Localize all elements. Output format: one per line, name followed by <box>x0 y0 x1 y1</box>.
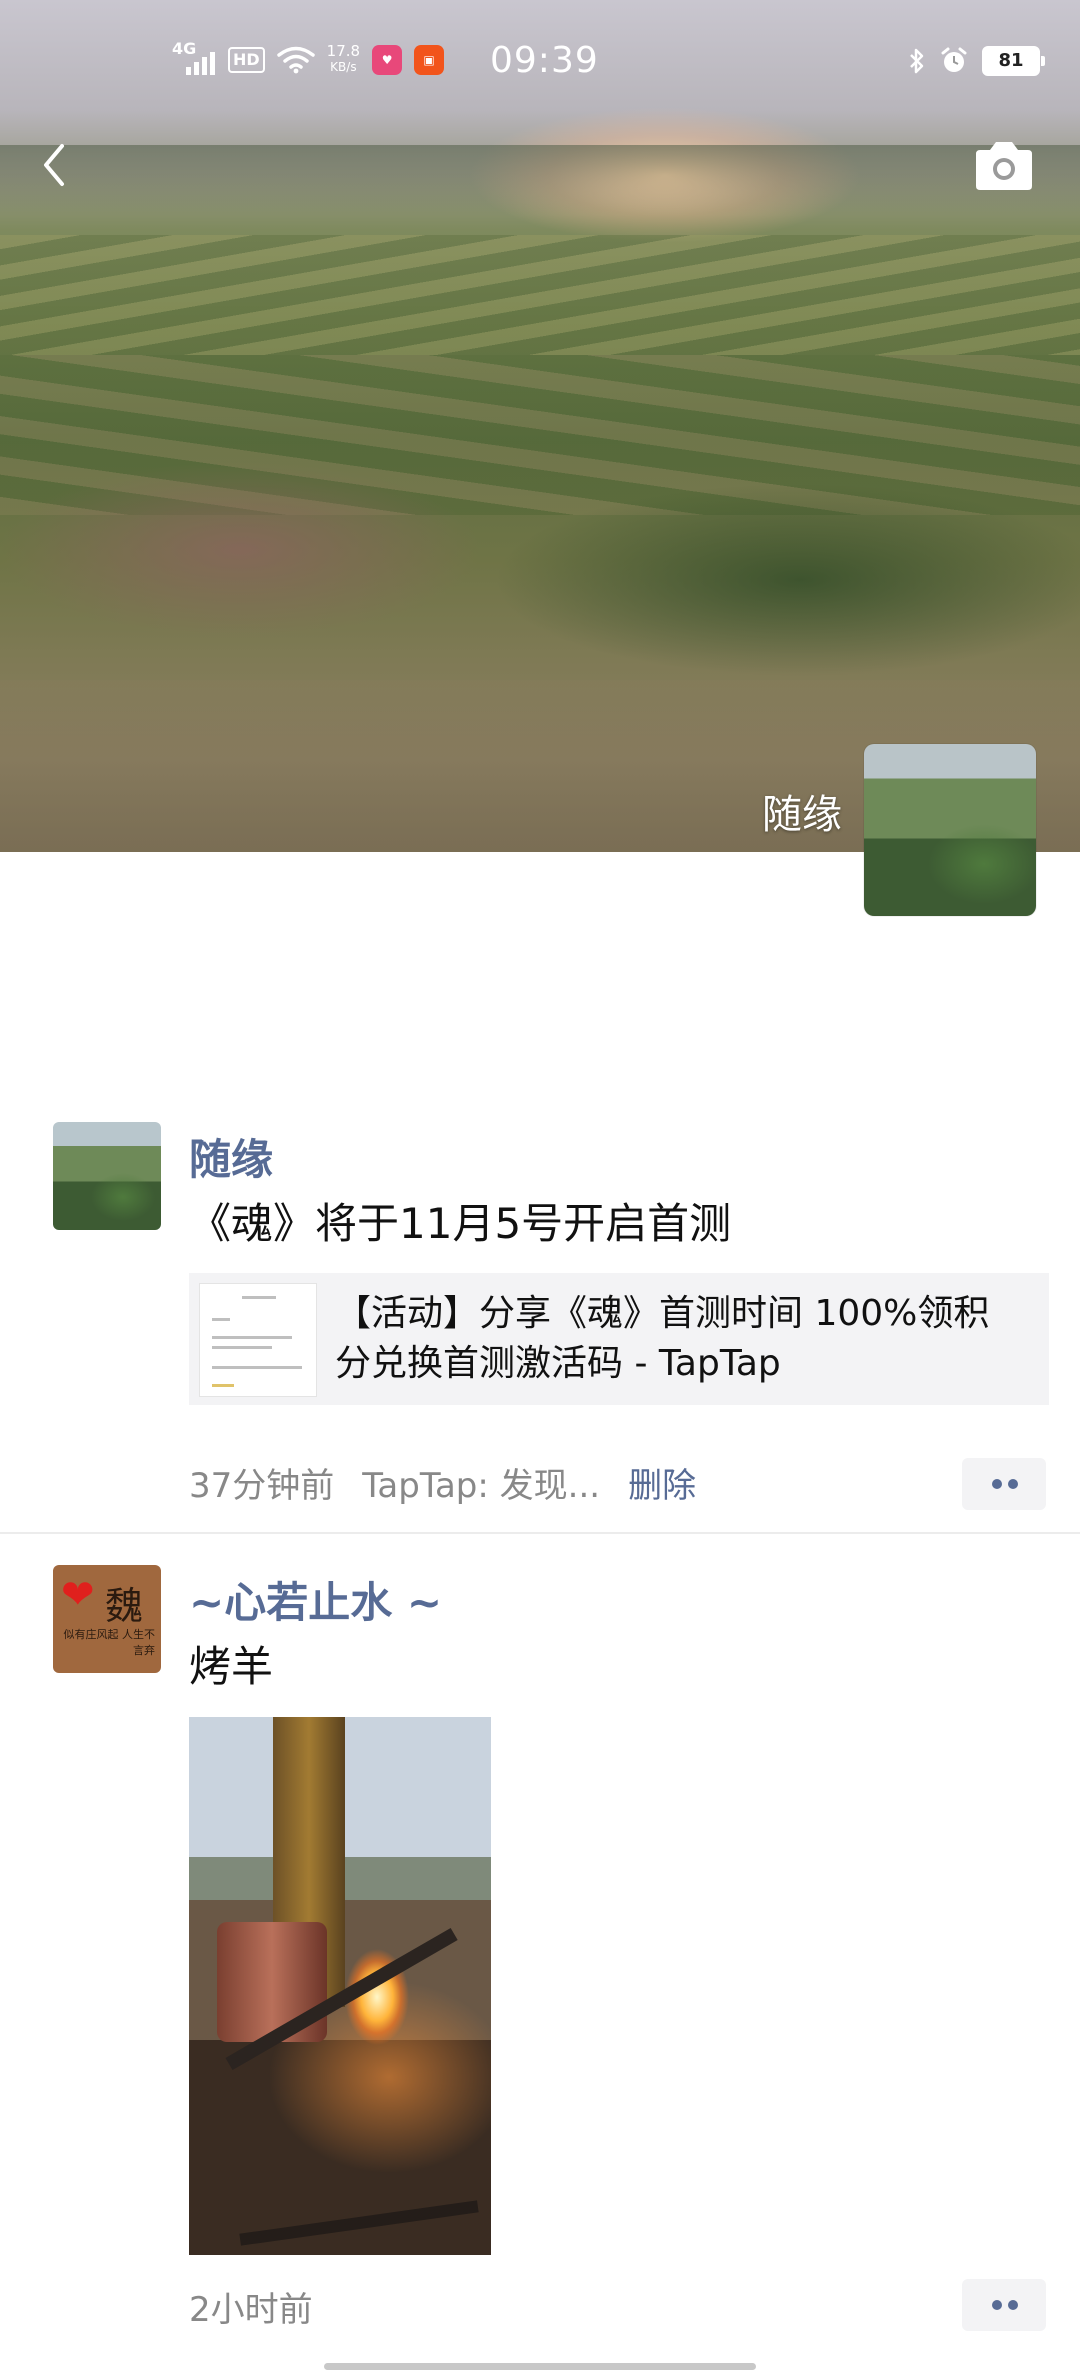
cover-image[interactable] <box>0 0 1080 852</box>
alarm-icon <box>941 47 967 72</box>
battery-indicator: 81 <box>982 46 1045 76</box>
avatar-subtext: 似有庄风起 人生不言弃 <box>63 1628 156 1657</box>
avatar-text: 魏 <box>105 1584 144 1628</box>
net-speed-value: 17.8 <box>326 42 361 60</box>
cover-hills <box>0 145 1080 215</box>
wifi-icon <box>276 46 315 73</box>
bluetooth-icon <box>910 48 924 74</box>
post-meta: 2小时前 <box>189 2282 313 2331</box>
post-source[interactable]: TapTap: 发现... <box>362 1466 600 1506</box>
chevron-left-icon <box>44 144 64 186</box>
post-text: 烤羊 <box>189 1642 274 1691</box>
more-actions-button[interactable] <box>962 2279 1046 2331</box>
cover-trees <box>420 470 1080 700</box>
post-photo[interactable] <box>189 1717 491 2255</box>
video-app-notification-icon: ▣ <box>414 44 445 75</box>
shared-link-thumbnail <box>199 1283 317 1397</box>
home-indicator[interactable] <box>324 2363 756 2370</box>
more-actions-button[interactable] <box>962 1458 1046 1510</box>
heart-icon: ❤ <box>61 1572 95 1618</box>
camera-button[interactable] <box>972 138 1036 194</box>
shared-link-card[interactable]: 【活动】分享《魂》首测时间 100%领积分兑换首测激活码 - TapTap <box>189 1273 1049 1405</box>
net-speed-unit: KB/s <box>330 60 357 74</box>
cover-owner-avatar[interactable] <box>864 744 1036 916</box>
signal-icon: 4G <box>172 39 216 75</box>
post-time: 2小时前 <box>189 2290 313 2330</box>
dot-icon <box>1008 1479 1018 1489</box>
photo-pipe <box>239 2200 479 2246</box>
post-author[interactable]: 随缘 <box>189 1126 273 1187</box>
delete-link[interactable]: 删除 <box>628 1466 696 1506</box>
post-divider <box>0 1532 1080 1534</box>
clock: 09:39 <box>490 40 599 81</box>
back-button[interactable] <box>34 140 84 190</box>
post-text: 《魂》将于11月5号开启首测 <box>189 1199 732 1248</box>
post-author[interactable]: ~心若止水 ~ <box>189 1569 442 1630</box>
app-notification-icon: ♥ <box>372 44 403 75</box>
dot-icon <box>1008 2300 1018 2310</box>
post-meta: 37分钟前 TapTap: 发现... 删除 <box>189 1458 696 1507</box>
dot-icon <box>992 2300 1002 2310</box>
hd-badge: HD <box>228 46 265 73</box>
status-bar: 4G HD 17.8 KB/s ♥ ▣ 09:39 81 <box>0 0 1080 120</box>
avatar[interactable]: ❤ 魏 似有庄风起 人生不言弃 <box>53 1565 161 1673</box>
cover-fields <box>0 235 1080 355</box>
post-time: 37分钟前 <box>189 1466 335 1506</box>
camera-icon <box>976 142 1032 190</box>
net-speed: 17.8 KB/s <box>327 44 360 75</box>
dot-icon <box>992 1479 1002 1489</box>
cover-owner-name[interactable]: 随缘 <box>762 782 842 840</box>
avatar[interactable] <box>53 1122 161 1230</box>
shared-link-title: 【活动】分享《魂》首测时间 100%领积分兑换首测激活码 - TapTap <box>335 1293 990 1384</box>
